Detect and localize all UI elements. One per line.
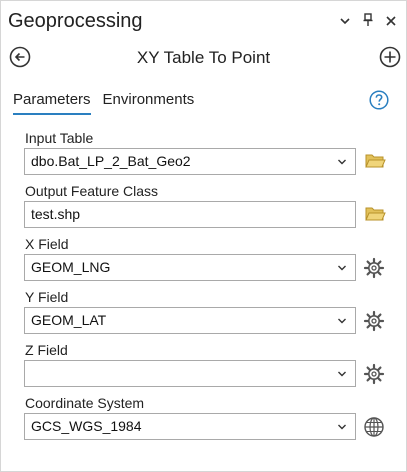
y-field-settings-button[interactable] (363, 310, 385, 332)
globe-icon (364, 417, 384, 437)
chevron-down-icon (338, 318, 346, 324)
coordinate-system-value: GCS_WGS_1984 (31, 418, 142, 434)
y-field-value: GEOM_LAT (31, 312, 107, 328)
gear-icon (363, 257, 385, 279)
help-icon (369, 90, 389, 110)
input-table-dropdown[interactable]: dbo.Bat_LP_2_Bat_Geo2 (24, 148, 356, 175)
browse-input-table-button[interactable] (364, 150, 386, 172)
geoprocessing-pane: Geoprocessing XY Table To Point Paramete… (0, 0, 407, 472)
help-button[interactable] (369, 90, 389, 110)
x-field-dropdown[interactable]: GEOM_LNG (24, 254, 356, 281)
z-field-label: Z Field (25, 342, 68, 358)
close-icon[interactable] (384, 14, 398, 30)
tab-bar: Parameters Environments (13, 91, 195, 115)
add-button[interactable] (379, 46, 401, 68)
pane-title: Geoprocessing (8, 10, 143, 32)
coordinate-system-label: Coordinate System (25, 395, 145, 411)
chevron-down-icon[interactable] (338, 14, 352, 30)
z-field-dropdown[interactable] (24, 360, 356, 387)
x-field-value: GEOM_LNG (31, 259, 111, 275)
z-field-settings-button[interactable] (363, 363, 385, 385)
gear-icon (363, 310, 385, 332)
tab-parameters[interactable]: Parameters (13, 91, 91, 115)
chevron-down-icon (338, 424, 346, 430)
output-feature-class-label: Output Feature Class (25, 183, 159, 199)
chevron-down-icon (338, 265, 346, 271)
chevron-down-icon (338, 159, 346, 165)
gear-icon (363, 363, 385, 385)
tool-title: XY Table To Point (136, 48, 271, 67)
folder-icon (365, 207, 386, 221)
output-feature-class-input[interactable]: test.shp (24, 201, 356, 228)
output-feature-class-value: test.shp (31, 206, 81, 222)
coordinate-system-picker-button[interactable] (363, 416, 385, 438)
tab-environments[interactable]: Environments (103, 91, 195, 112)
browse-output-button[interactable] (364, 203, 386, 225)
x-field-settings-button[interactable] (363, 257, 385, 279)
pin-icon[interactable] (361, 13, 375, 30)
add-icon (379, 46, 401, 68)
pane-controls (338, 13, 398, 30)
coordinate-system-dropdown[interactable]: GCS_WGS_1984 (24, 413, 356, 440)
chevron-down-icon (338, 371, 346, 377)
x-field-label: X Field (25, 236, 69, 252)
y-field-label: Y Field (25, 289, 69, 305)
input-table-label: Input Table (25, 130, 94, 146)
folder-icon (365, 154, 386, 168)
y-field-dropdown[interactable]: GEOM_LAT (24, 307, 356, 334)
input-table-value: dbo.Bat_LP_2_Bat_Geo2 (31, 153, 191, 169)
